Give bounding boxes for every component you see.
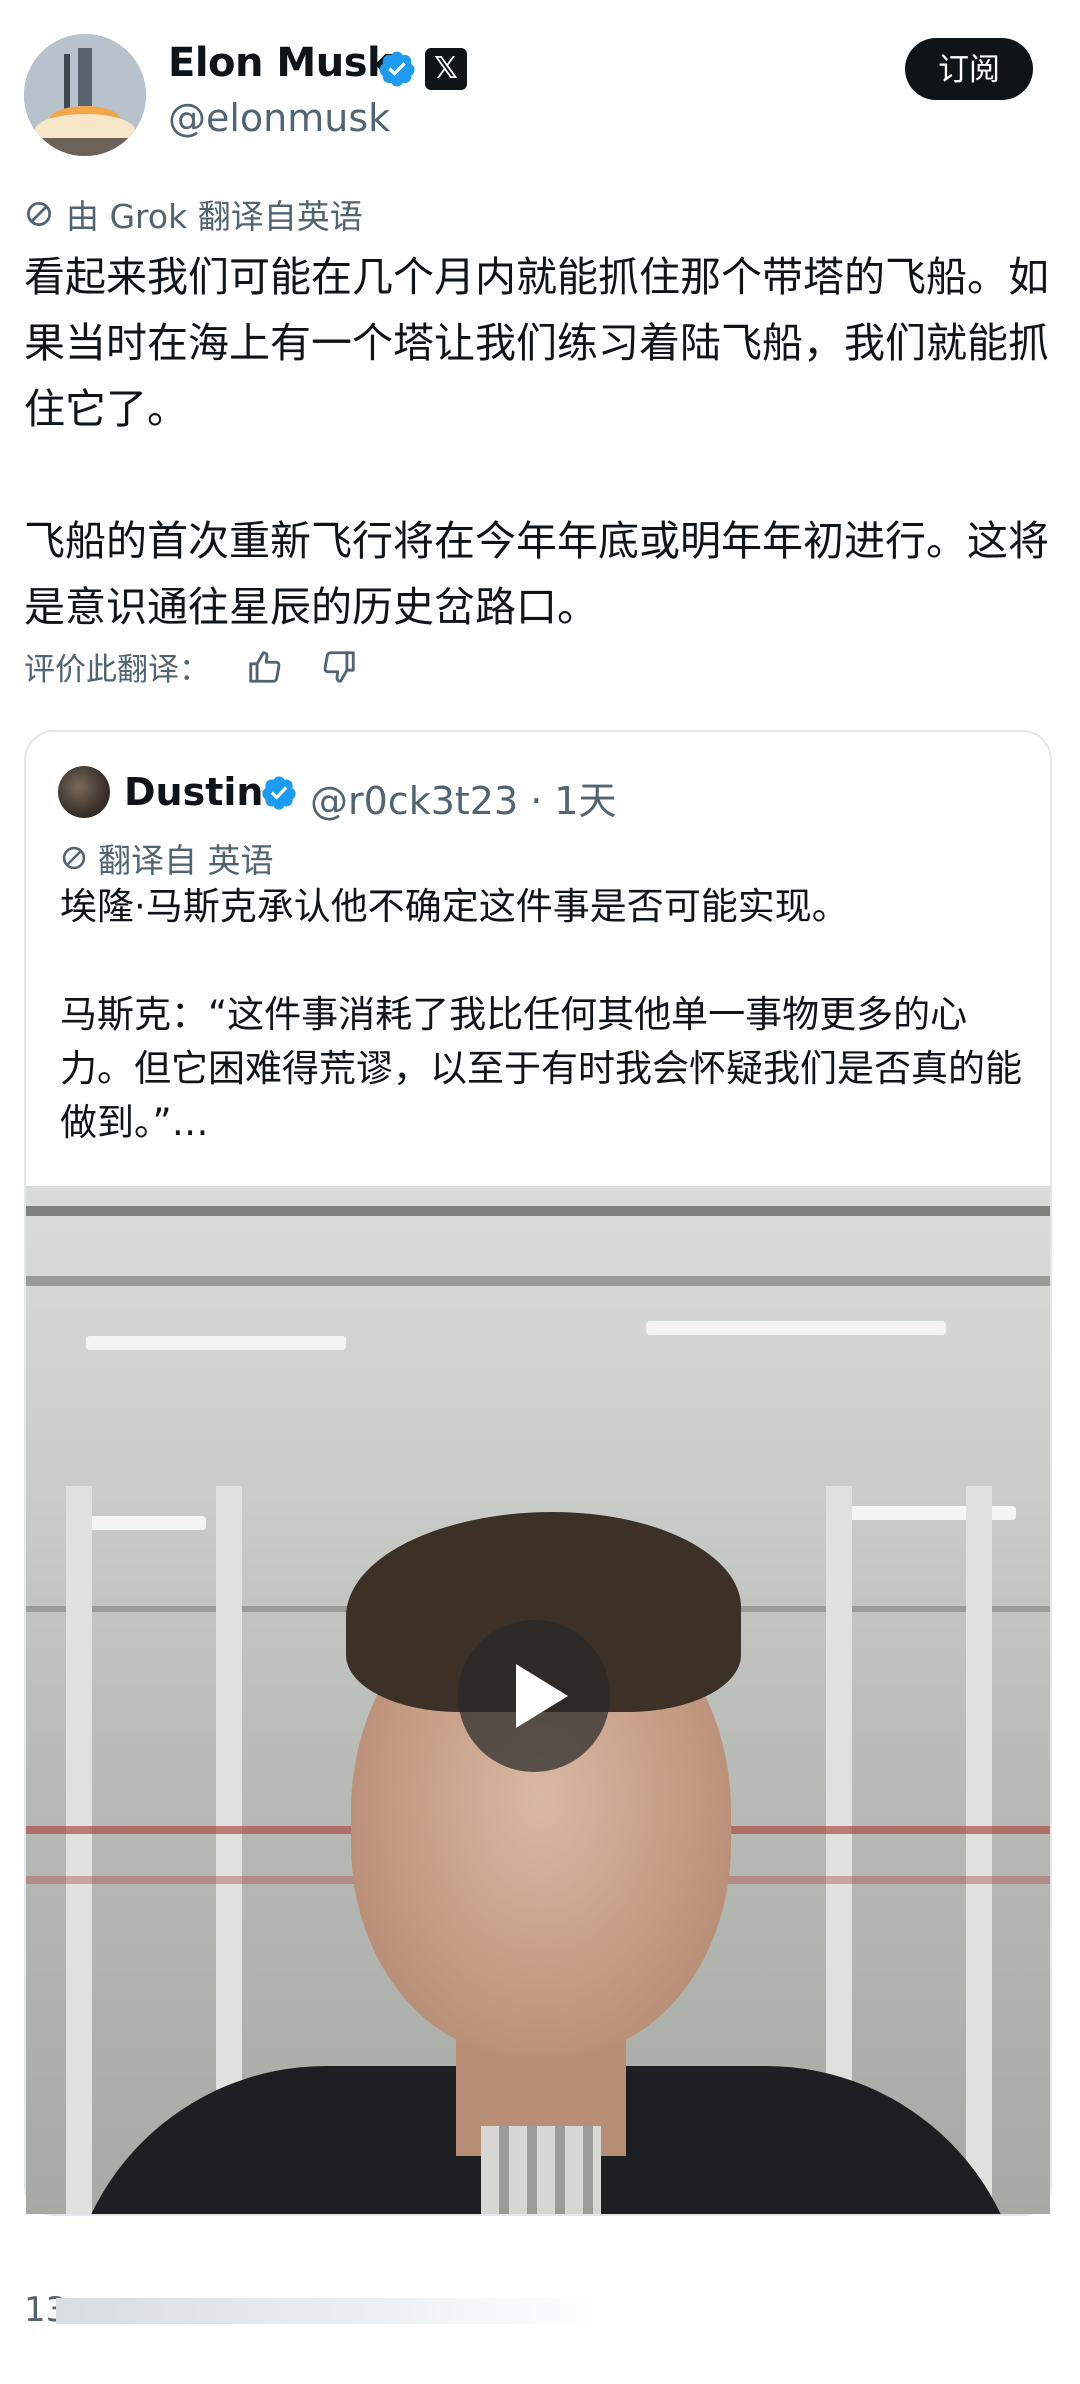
person-tshirt (481, 2126, 601, 2214)
translate-icon (27, 202, 51, 226)
pillar (966, 1486, 992, 2214)
translation-meta-label: 由 Grok 翻译自英语 (66, 197, 363, 236)
ceiling-light (646, 1321, 946, 1335)
x-logo-icon: 𝕏 (425, 48, 467, 90)
play-button[interactable] (458, 1620, 610, 1772)
quoted-handle-time[interactable]: @r0ck3t23 · 1天 (310, 770, 617, 825)
thumbs-down-icon[interactable] (320, 648, 358, 686)
verified-badge-icon (379, 51, 415, 87)
play-icon (516, 1664, 568, 1728)
quoted-author-name[interactable]: Dustin (124, 770, 263, 814)
translation-meta: 由 Grok 翻译自英语 (24, 190, 363, 238)
ceiling-beam (26, 1276, 1050, 1286)
rate-translation-row: 评价此翻译： (24, 644, 358, 689)
loading-fade (56, 2298, 616, 2324)
pillar (66, 1486, 92, 2214)
quoted-tweet-text: 埃隆·马斯克承认他不确定这件事是否可能实现。 马斯克：“这件事消耗了我比任何其他… (60, 885, 1022, 1144)
translate-icon (62, 846, 86, 870)
subscribe-button[interactable]: 订阅 (905, 38, 1033, 100)
author-handle[interactable]: @elonmusk (168, 96, 390, 140)
quoted-author-avatar[interactable] (58, 766, 110, 818)
author-display-name[interactable]: Elon Musk (168, 40, 394, 86)
ceiling-light (86, 1336, 346, 1350)
quoted-translation-label: 翻译自 英语 (98, 841, 274, 880)
verified-badge-icon (262, 776, 296, 810)
thumbs-up-icon[interactable] (246, 648, 284, 686)
rate-translation-label: 评价此翻译： (24, 652, 210, 688)
quoted-translation-meta: 翻译自 英语 (60, 834, 274, 882)
ceiling-beam (26, 1206, 1050, 1216)
tweet-text: 看起来我们可能在几个月内就能抓住那个带塔的飞船。如果当时在海上有一个塔让我们练习… (24, 253, 1049, 631)
author-avatar[interactable] (24, 34, 146, 156)
